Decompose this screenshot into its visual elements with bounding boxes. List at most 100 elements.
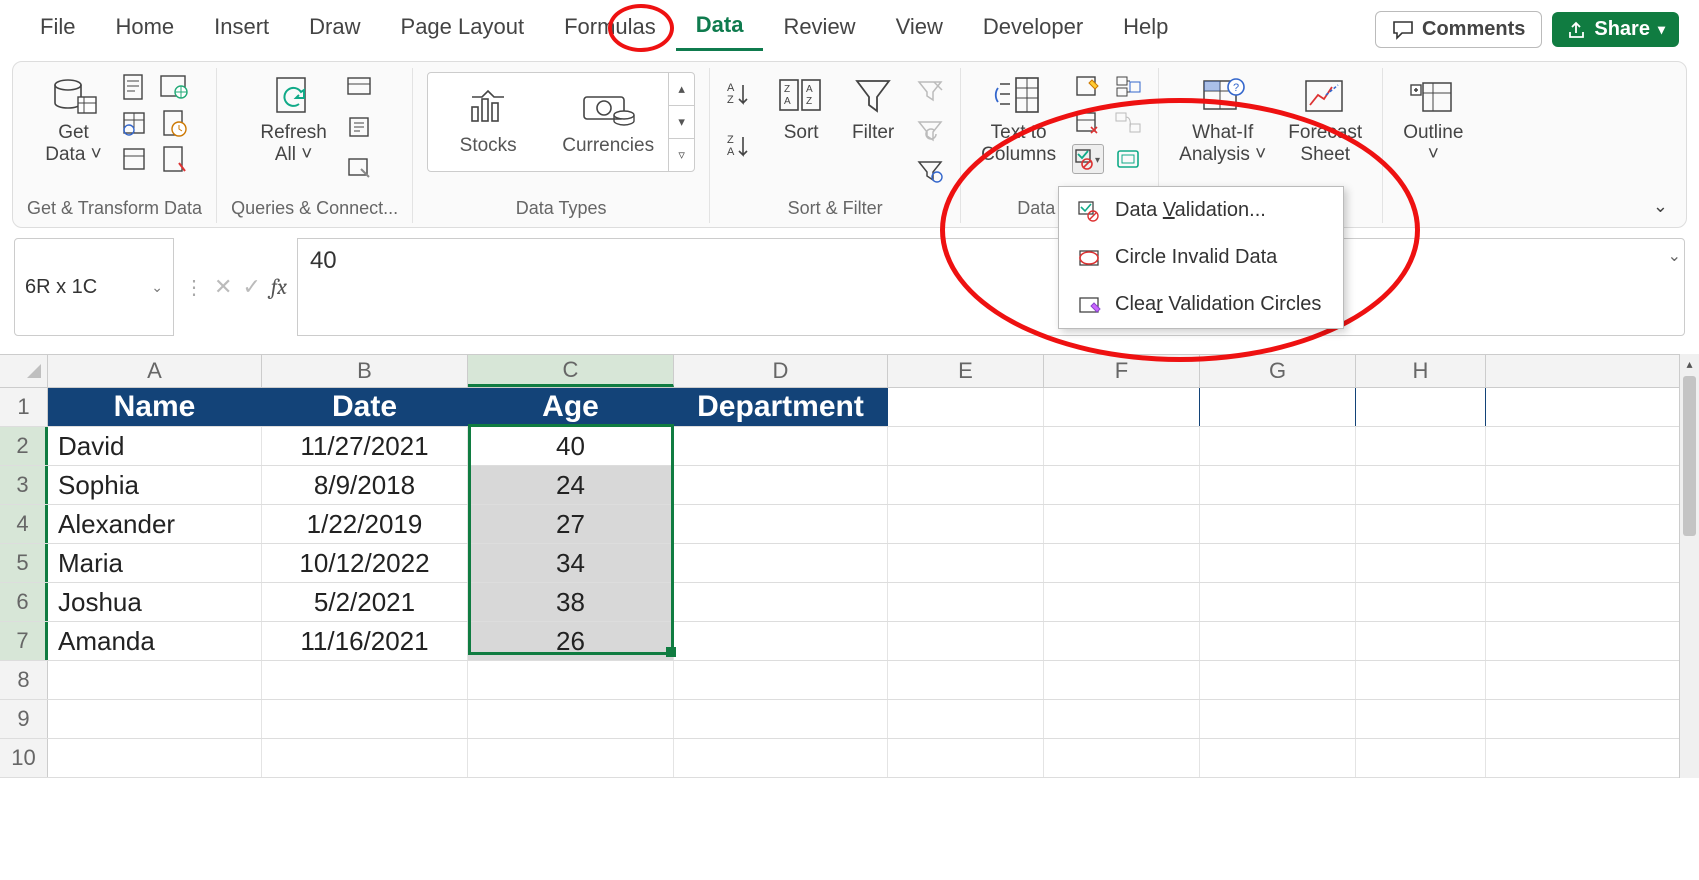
row-header-3[interactable]: 3 [0, 466, 48, 504]
row-header-7[interactable]: 7 [0, 622, 48, 660]
tab-formulas[interactable]: Formulas [544, 10, 676, 50]
cell-A10[interactable] [48, 739, 262, 777]
from-text-csv-button[interactable] [118, 72, 150, 102]
cell-F6[interactable] [1044, 583, 1200, 621]
col-header-F[interactable]: F [1044, 355, 1200, 387]
cell-H6[interactable] [1356, 583, 1486, 621]
cell-F2[interactable] [1044, 427, 1200, 465]
cell-C6[interactable]: 38 [468, 583, 674, 621]
manage-data-model-button[interactable] [1112, 144, 1144, 174]
cell-D5[interactable] [674, 544, 888, 582]
tab-draw[interactable]: Draw [289, 10, 380, 50]
cell-E5[interactable] [888, 544, 1044, 582]
insert-function-button[interactable]: fx [271, 274, 287, 300]
cell-G2[interactable] [1200, 427, 1356, 465]
tab-home[interactable]: Home [95, 10, 194, 50]
relationships-button[interactable] [1112, 108, 1144, 138]
gallery-expand[interactable]: ▿ [669, 139, 694, 171]
cell-G4[interactable] [1200, 505, 1356, 543]
scroll-thumb[interactable] [1683, 376, 1696, 536]
share-button[interactable]: Share ▾ [1552, 12, 1679, 47]
tab-help[interactable]: Help [1103, 10, 1188, 50]
cell-C7[interactable]: 26 [468, 622, 674, 660]
data-validation-split-button[interactable]: ▾ [1072, 144, 1104, 174]
cell-E3[interactable] [888, 466, 1044, 504]
cell-D3[interactable] [674, 466, 888, 504]
sort-button[interactable]: ZAAZ Sort [770, 72, 832, 146]
cell-A3[interactable]: Sophia [48, 466, 262, 504]
what-if-button[interactable]: ? What-If Analysis ˅ [1173, 72, 1272, 168]
cell-C10[interactable] [468, 739, 674, 777]
cell-F10[interactable] [1044, 739, 1200, 777]
cell-B5[interactable]: 10/12/2022 [262, 544, 468, 582]
cell-H3[interactable] [1356, 466, 1486, 504]
cell-B2[interactable]: 11/27/2021 [262, 427, 468, 465]
clear-filter-button[interactable] [914, 76, 946, 106]
row-header-5[interactable]: 5 [0, 544, 48, 582]
tab-view[interactable]: View [876, 10, 963, 50]
cell-G6[interactable] [1200, 583, 1356, 621]
row-header-1[interactable]: 1 [0, 388, 48, 426]
col-header-B[interactable]: B [262, 355, 468, 387]
cell-D10[interactable] [674, 739, 888, 777]
cell-A8[interactable] [48, 661, 262, 699]
cell-B8[interactable] [262, 661, 468, 699]
tab-file[interactable]: File [20, 10, 95, 50]
cell-A5[interactable]: Maria [48, 544, 262, 582]
recent-sources-button[interactable] [158, 108, 190, 138]
cell-H7[interactable] [1356, 622, 1486, 660]
cell-H10[interactable] [1356, 739, 1486, 777]
tab-page-layout[interactable]: Page Layout [381, 10, 545, 50]
cell-A1[interactable]: Name [48, 388, 262, 426]
cell-G10[interactable] [1200, 739, 1356, 777]
outline-button[interactable]: Outline ˅ [1397, 72, 1469, 168]
tab-review[interactable]: Review [763, 10, 875, 50]
cell-D2[interactable] [674, 427, 888, 465]
cell-C3[interactable]: 24 [468, 466, 674, 504]
circle-invalid-data-menuitem[interactable]: Circle Invalid Data [1059, 234, 1343, 281]
cell-A9[interactable] [48, 700, 262, 738]
cell-G9[interactable] [1200, 700, 1356, 738]
cell-B10[interactable] [262, 739, 468, 777]
cell-E8[interactable] [888, 661, 1044, 699]
cell-C5[interactable]: 34 [468, 544, 674, 582]
currencies-button[interactable]: Currencies [548, 73, 668, 171]
row-header-9[interactable]: 9 [0, 700, 48, 738]
cell-A6[interactable]: Joshua [48, 583, 262, 621]
cancel-formula-button[interactable]: ✕ [214, 274, 232, 300]
cell-D9[interactable] [674, 700, 888, 738]
cell-G1[interactable] [1200, 388, 1356, 426]
col-header-H[interactable]: H [1356, 355, 1486, 387]
ribbon-collapse-button[interactable]: ⌄ [1653, 196, 1668, 217]
cell-F4[interactable] [1044, 505, 1200, 543]
cell-H1[interactable] [1356, 388, 1486, 426]
cell-H2[interactable] [1356, 427, 1486, 465]
cell-A7[interactable]: Amanda [48, 622, 262, 660]
row-header-10[interactable]: 10 [0, 739, 48, 777]
name-box[interactable]: 6R x 1C ⌄ [14, 238, 174, 336]
cell-E2[interactable] [888, 427, 1044, 465]
row-header-8[interactable]: 8 [0, 661, 48, 699]
cell-G8[interactable] [1200, 661, 1356, 699]
from-picture-button[interactable] [158, 144, 190, 174]
flash-fill-button[interactable] [1072, 72, 1104, 102]
cell-F5[interactable] [1044, 544, 1200, 582]
cell-B7[interactable]: 11/16/2021 [262, 622, 468, 660]
cell-E6[interactable] [888, 583, 1044, 621]
queries-connections-button[interactable] [343, 72, 375, 102]
cell-F7[interactable] [1044, 622, 1200, 660]
cell-D8[interactable] [674, 661, 888, 699]
refresh-all-button[interactable]: Refresh All ˅ [254, 72, 333, 168]
tab-data[interactable]: Data [676, 8, 764, 51]
cell-A4[interactable]: Alexander [48, 505, 262, 543]
select-all-corner[interactable] [0, 355, 48, 387]
cell-F9[interactable] [1044, 700, 1200, 738]
cell-E7[interactable] [888, 622, 1044, 660]
gallery-scroll-up[interactable]: ▴ [669, 73, 694, 106]
cell-F8[interactable] [1044, 661, 1200, 699]
cell-A2[interactable]: David [48, 427, 262, 465]
cell-E4[interactable] [888, 505, 1044, 543]
formula-input[interactable]: 40 [297, 238, 1685, 336]
col-header-G[interactable]: G [1200, 355, 1356, 387]
edit-links-button[interactable] [343, 152, 375, 182]
